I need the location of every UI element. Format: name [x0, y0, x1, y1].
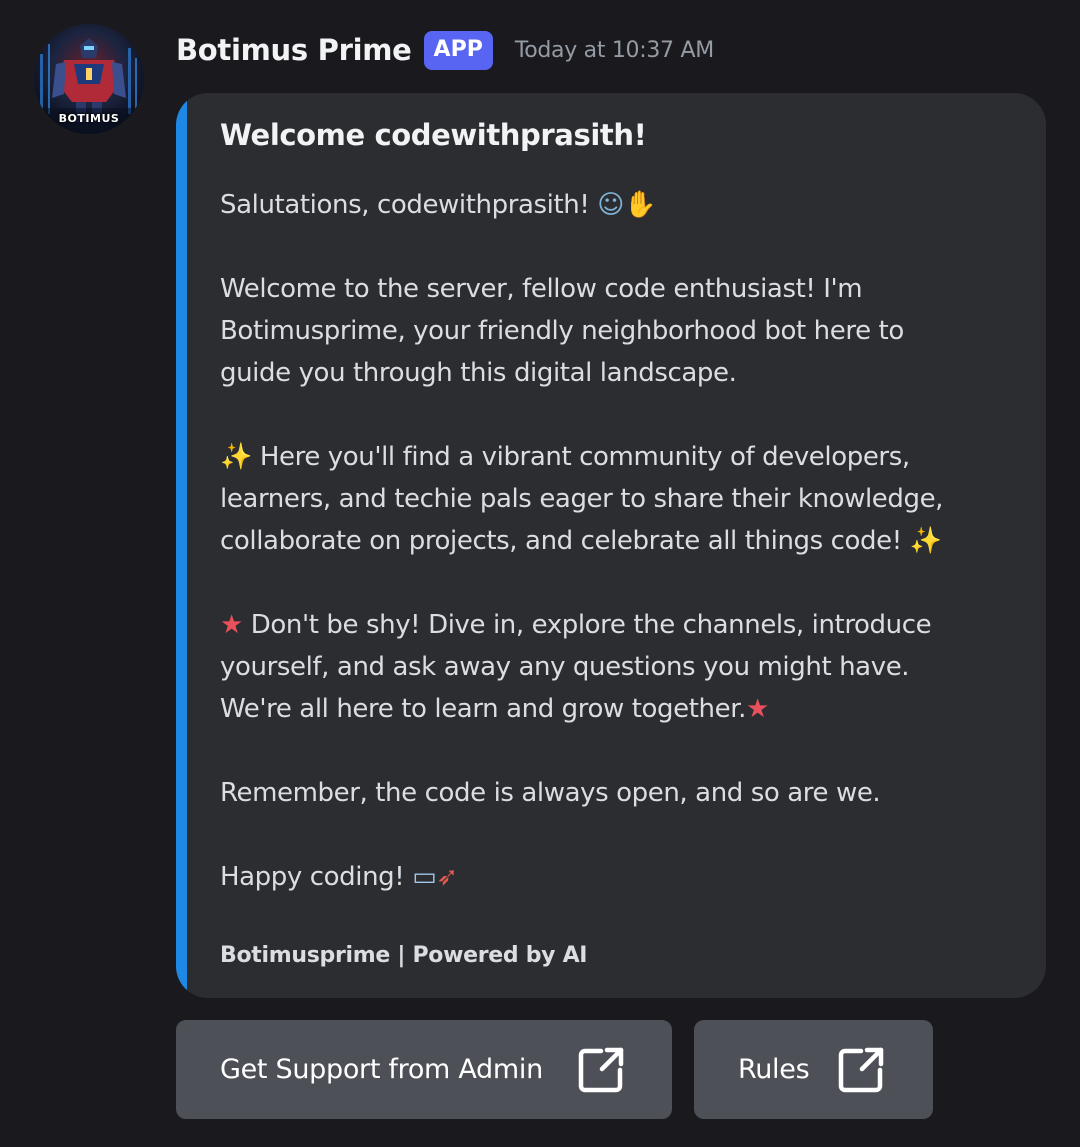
paragraph1-line: Botimusprime, your friendly neighborhood…	[220, 316, 904, 346]
closing-text: Happy coding!	[220, 862, 405, 892]
message-timestamp: Today at 10:37 AM	[514, 37, 714, 63]
rules-label: Rules	[738, 1054, 810, 1085]
paragraph2-text: Here you'll find a vibrant community of …	[259, 442, 910, 472]
avatar-text: BOTIMUS	[58, 112, 120, 125]
get-support-button[interactable]: Get Support from Admin	[176, 1020, 672, 1119]
embed-footer: Botimusprime | Powered by AI	[220, 943, 588, 968]
remember-line: Remember, the code is always open, and s…	[220, 778, 881, 808]
sparkles-icon: ✨	[220, 442, 252, 472]
sparkles-icon: ✨	[909, 526, 942, 556]
laptop-icon: ▭	[412, 862, 437, 892]
external-link-icon	[838, 1047, 884, 1093]
app-badge: APP	[423, 30, 493, 70]
robot-face-icon: ☺	[597, 190, 624, 220]
rocket-icon: ➶	[436, 862, 458, 892]
party-popper-icon: ★	[220, 610, 243, 640]
waving-hand-icon: ✋	[624, 190, 656, 220]
rules-button[interactable]: Rules	[694, 1020, 933, 1119]
paragraph3-text: We're all here to learn and grow togethe…	[220, 694, 746, 724]
paragraph1-line: Welcome to the server, fellow code enthu…	[220, 274, 863, 304]
embed-title: Welcome codewithprasith!	[220, 118, 647, 152]
party-popper-icon: ★	[745, 694, 769, 724]
external-link-icon	[578, 1047, 624, 1093]
paragraph3-text: Don't be shy! Dive in, explore the chann…	[250, 610, 932, 640]
paragraph1-line: guide you through this digital landscape…	[220, 358, 737, 388]
closing-line: Happy coding! ▭➶	[220, 856, 1020, 898]
author-name[interactable]: Botimus Prime	[176, 33, 412, 67]
bot-avatar[interactable]: BOTIMUS	[34, 24, 144, 134]
paragraph3-line: yourself, and ask away any questions you…	[220, 652, 910, 682]
get-support-label: Get Support from Admin	[220, 1054, 543, 1085]
message-header: Botimus Prime APP Today at 10:37 AM	[176, 28, 714, 72]
paragraph2-line: ✨ Here you'll find a vibrant community o…	[220, 436, 1020, 478]
paragraph3-line: We're all here to learn and grow togethe…	[220, 688, 1020, 730]
greeting-text: Salutations, codewithprasith!	[220, 190, 590, 220]
welcome-embed: Welcome codewithprasith! Salutations, co…	[176, 93, 1046, 998]
paragraph2-line: learners, and techie pals eager to share…	[220, 484, 944, 514]
greeting-line: Salutations, codewithprasith! ☺✋	[220, 184, 1020, 226]
paragraph3-line: ★ Don't be shy! Dive in, explore the cha…	[220, 604, 1020, 646]
paragraph2-text: collaborate on projects, and celebrate a…	[220, 526, 902, 556]
embed-accent-bar	[176, 93, 187, 998]
paragraph2-line: collaborate on projects, and celebrate a…	[220, 520, 1020, 562]
embed-description: Salutations, codewithprasith! ☺✋ Welcome…	[220, 184, 1020, 898]
